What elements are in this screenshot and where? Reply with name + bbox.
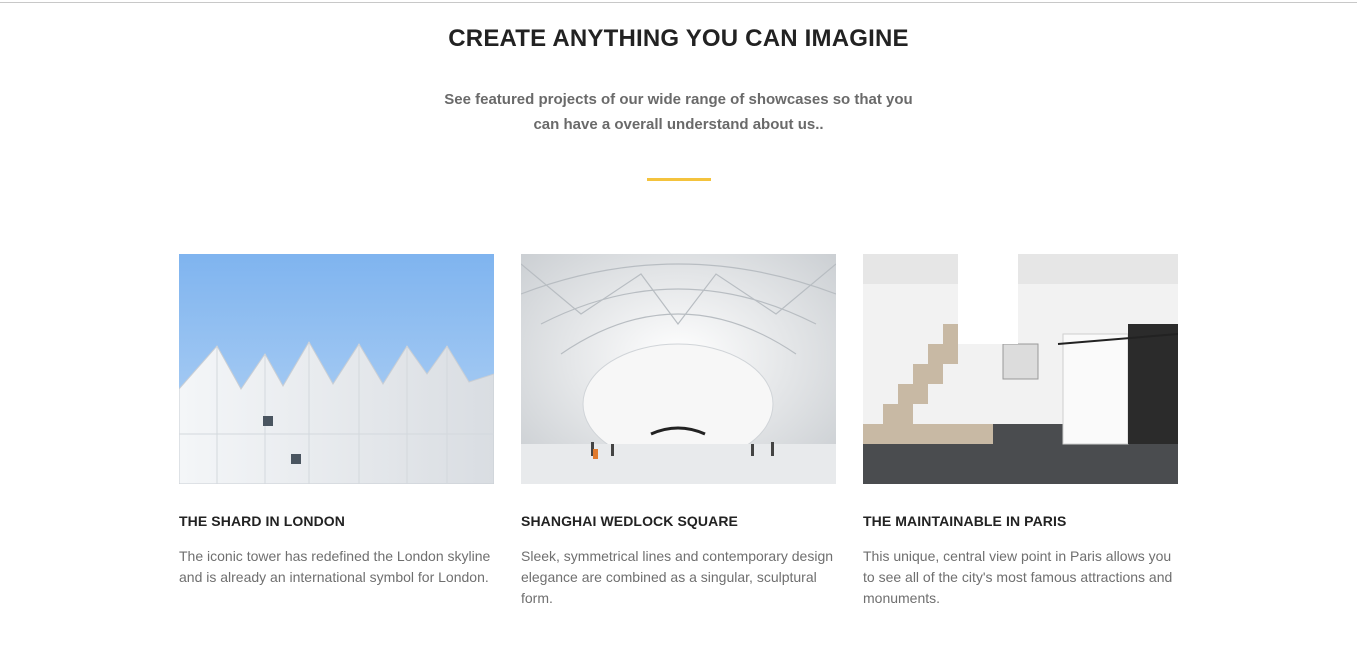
section-title: CREATE ANYTHING YOU CAN IMAGINE bbox=[448, 25, 909, 52]
project-card-maintainable-paris[interactable]: THE MAINTAINABLE IN PARIS This unique, c… bbox=[863, 254, 1178, 609]
project-description: This unique, central view point in Paris… bbox=[863, 548, 1173, 606]
project-card-shanghai-wedlock[interactable]: SHANGHAI WEDLOCK SQUARE Sleek, symmetric… bbox=[521, 254, 836, 609]
subtitle-line-1: See featured projects of our wide range … bbox=[444, 91, 913, 108]
project-image-shanghai-wedlock[interactable] bbox=[521, 254, 836, 484]
project-image-maintainable-paris[interactable] bbox=[863, 254, 1178, 484]
accent-divider bbox=[647, 178, 711, 181]
project-description: The iconic tower has redefined the Londo… bbox=[179, 548, 491, 585]
project-title[interactable]: SHANGHAI WEDLOCK SQUARE bbox=[521, 513, 836, 529]
project-title[interactable]: THE SHARD IN LONDON bbox=[179, 513, 494, 529]
section-subtitle: See featured projects of our wide range … bbox=[428, 87, 929, 137]
project-card-shard-london[interactable]: THE SHARD IN LONDON The iconic tower has… bbox=[179, 254, 494, 588]
project-title[interactable]: THE MAINTAINABLE IN PARIS bbox=[863, 513, 1178, 529]
top-divider bbox=[0, 2, 1357, 3]
project-image-shard-london[interactable] bbox=[179, 254, 494, 484]
subtitle-line-2: can have a overall understand about us.. bbox=[533, 116, 824, 133]
project-description: Sleek, symmetrical lines and contemporar… bbox=[521, 548, 834, 606]
